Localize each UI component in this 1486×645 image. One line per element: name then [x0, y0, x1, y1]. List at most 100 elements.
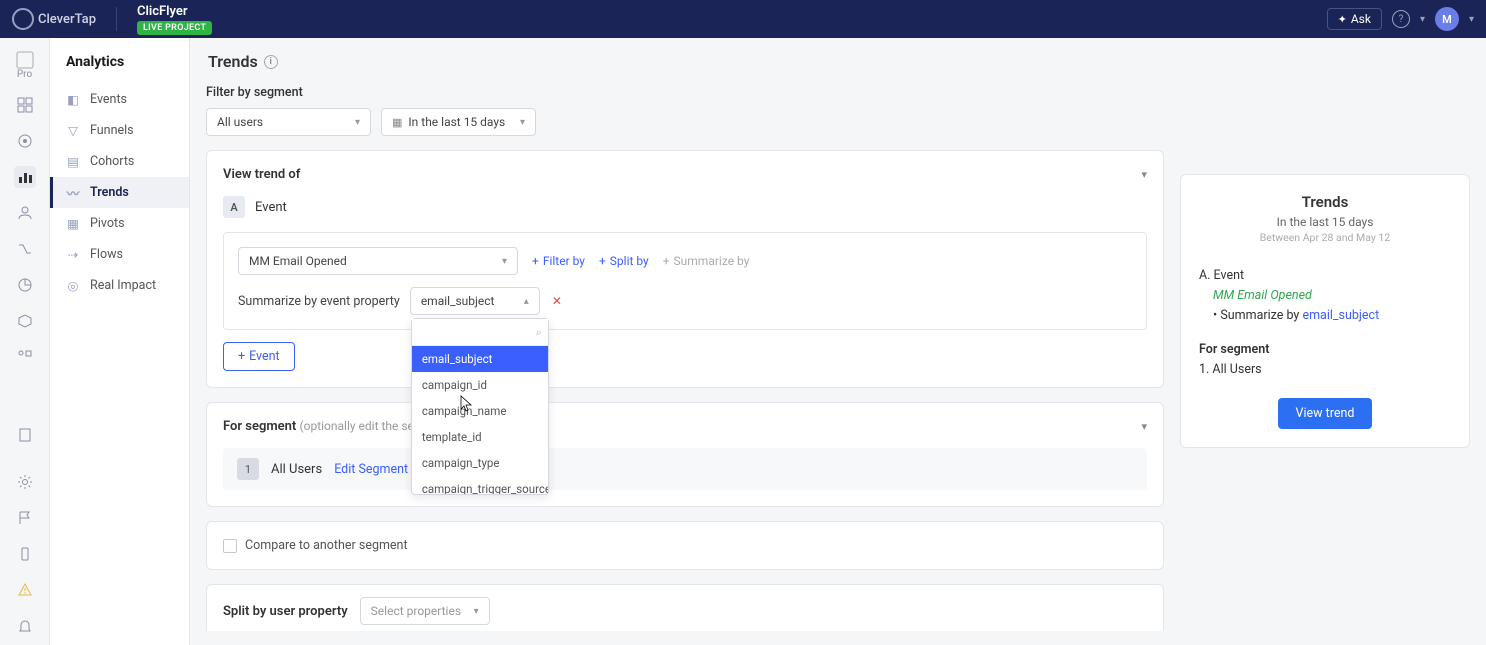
chevron-down-icon: ▾ — [520, 117, 525, 128]
chevron-down-icon: ▾ — [474, 606, 479, 617]
split-card: Split by user property Select properties… — [206, 584, 1164, 631]
chevron-down-icon: ▾ — [502, 256, 507, 267]
subnav-funnels[interactable]: ▽Funnels — [50, 115, 189, 146]
segment-card-title: For segment (optionally edit the se — [223, 419, 414, 434]
option-email-subject[interactable]: email_subject — [412, 346, 548, 372]
compare-card: Compare to another segment — [206, 521, 1164, 570]
brand-logo: CleverTap — [12, 8, 96, 30]
trend-card-title: View trend of — [223, 167, 300, 182]
segment-card: For segment (optionally edit the se ▾ 1 … — [206, 402, 1164, 507]
event-config-panel: MM Email Opened▾ +Filter by +Split by +S… — [223, 232, 1147, 330]
pivots-icon: ▦ — [66, 217, 80, 231]
events-icon: ◧ — [66, 93, 80, 107]
rail-doc-icon[interactable] — [14, 424, 36, 446]
rail-target-icon[interactable] — [14, 130, 36, 152]
project-name: ClicFlyer — [137, 4, 212, 19]
add-event-button[interactable]: +Event — [223, 342, 295, 371]
option-campaign-trigger-source[interactable]: campaign_trigger_source — [412, 476, 548, 494]
summarize-label: Summarize by event property — [238, 294, 400, 309]
segment-number: 1 — [237, 458, 259, 480]
info-icon[interactable]: i — [264, 55, 278, 69]
project-block[interactable]: ClicFlyer LIVE PROJECT — [137, 4, 212, 35]
analytics-subnav: Analytics ◧Events ▽Funnels ▤Cohorts 〰Tre… — [50, 38, 190, 645]
rail-gear-icon[interactable] — [14, 471, 36, 493]
chevron-down-icon: ▾ — [355, 117, 360, 128]
summary-segment-title: For segment — [1199, 340, 1451, 360]
remove-summarize-icon[interactable]: ✕ — [552, 294, 562, 308]
vertical-divider — [116, 7, 117, 31]
rail-phone-icon[interactable] — [14, 543, 36, 565]
calendar-icon: ▦ — [392, 116, 402, 129]
date-range-dropdown[interactable]: ▦ In the last 15 days▾ — [381, 108, 536, 136]
flows-icon: ⇢ — [66, 248, 80, 262]
rail-flag-icon[interactable] — [14, 507, 36, 529]
subnav-cohorts[interactable]: ▤Cohorts — [50, 146, 189, 177]
option-campaign-type[interactable]: campaign_type — [412, 450, 548, 476]
split-by-button[interactable]: +Split by — [599, 254, 649, 268]
pro-label: Pro — [15, 50, 35, 80]
summary-event-line: A. Event — [1199, 266, 1451, 286]
rail-segment-icon[interactable] — [14, 274, 36, 296]
avatar-chevron-icon[interactable]: ▾ — [1469, 14, 1474, 25]
summary-summarize-line: • Summarize by email_subject — [1199, 306, 1451, 326]
cohorts-icon: ▤ — [66, 155, 80, 169]
event-label: Event — [255, 200, 287, 215]
real-impact-icon: ◎ — [66, 279, 80, 293]
subnav-pivots[interactable]: ▦Pivots — [50, 208, 189, 239]
ask-button[interactable]: Ask — [1327, 8, 1382, 30]
property-dropdown[interactable]: email_subject▴ ⌕ email_subject campaign_… — [410, 287, 540, 315]
summary-panel: Trends In the last 15 days Between Apr 2… — [1180, 174, 1470, 448]
collapse-icon[interactable]: ▾ — [1141, 420, 1147, 433]
edit-segment-link[interactable]: Edit Segment — [334, 462, 408, 477]
page-title: Trends i — [206, 52, 1164, 71]
rail-analytics-icon[interactable] — [14, 166, 36, 188]
rail-warning-icon[interactable] — [14, 579, 36, 601]
summary-segment-line: 1. All Users — [1199, 360, 1451, 380]
segment-name: All Users — [271, 462, 322, 477]
event-select-dropdown[interactable]: MM Email Opened▾ — [238, 247, 518, 275]
property-dropdown-panel: ⌕ email_subject campaign_id campaign_nam… — [411, 318, 549, 495]
rail-bell-icon[interactable] — [14, 615, 36, 637]
option-campaign-name[interactable]: campaign_name — [412, 398, 548, 424]
chevron-up-icon: ▴ — [524, 296, 529, 307]
filter-label: Filter by segment — [206, 85, 1164, 100]
subnav-real-impact[interactable]: ◎Real Impact — [50, 270, 189, 301]
help-icon[interactable]: ? — [1392, 10, 1410, 28]
rail-users-icon[interactable] — [14, 202, 36, 224]
split-properties-dropdown[interactable]: Select properties▾ — [360, 597, 490, 625]
help-chevron-icon[interactable]: ▾ — [1420, 14, 1425, 25]
trend-card: View trend of ▾ A Event MM Email Opened▾… — [206, 150, 1164, 388]
option-template-id[interactable]: template_id — [412, 424, 548, 450]
split-label: Split by user property — [223, 604, 348, 619]
left-rail: Pro — [0, 38, 50, 645]
filter-by-button[interactable]: +Filter by — [532, 254, 585, 268]
subnav-trends[interactable]: 〰Trends — [50, 177, 189, 208]
dropdown-search-input[interactable] — [412, 319, 548, 346]
summarize-by-button[interactable]: +Summarize by — [663, 254, 750, 268]
summary-event-name: MM Email Opened — [1199, 286, 1451, 306]
users-dropdown[interactable]: All users▾ — [206, 108, 371, 136]
funnels-icon: ▽ — [66, 124, 80, 138]
collapse-icon[interactable]: ▾ — [1141, 168, 1147, 181]
subnav-flows[interactable]: ⇢Flows — [50, 239, 189, 270]
user-avatar[interactable]: M — [1435, 7, 1459, 31]
summary-date-range: Between Apr 28 and May 12 — [1199, 231, 1451, 244]
summary-title: Trends — [1199, 193, 1451, 211]
subnav-events[interactable]: ◧Events — [50, 84, 189, 115]
subnav-title: Analytics — [50, 50, 189, 84]
compare-checkbox[interactable] — [223, 539, 237, 553]
rail-shape-icon[interactable] — [14, 346, 36, 368]
view-trend-button[interactable]: View trend — [1278, 398, 1373, 429]
rail-cube-icon[interactable] — [14, 310, 36, 332]
dropdown-options-list: email_subject campaign_id campaign_name … — [412, 346, 548, 494]
compare-label: Compare to another segment — [245, 538, 408, 553]
summary-subtitle: In the last 15 days — [1199, 215, 1451, 229]
event-letter: A — [223, 196, 245, 218]
trends-icon: 〰 — [66, 186, 80, 200]
search-icon: ⌕ — [536, 326, 542, 340]
rail-dashboard-icon[interactable] — [14, 94, 36, 116]
rail-flow-icon[interactable] — [14, 238, 36, 260]
brand-block: CleverTap ClicFlyer LIVE PROJECT — [12, 4, 212, 35]
option-campaign-id[interactable]: campaign_id — [412, 372, 548, 398]
top-navbar: CleverTap ClicFlyer LIVE PROJECT Ask ? ▾… — [0, 0, 1486, 38]
